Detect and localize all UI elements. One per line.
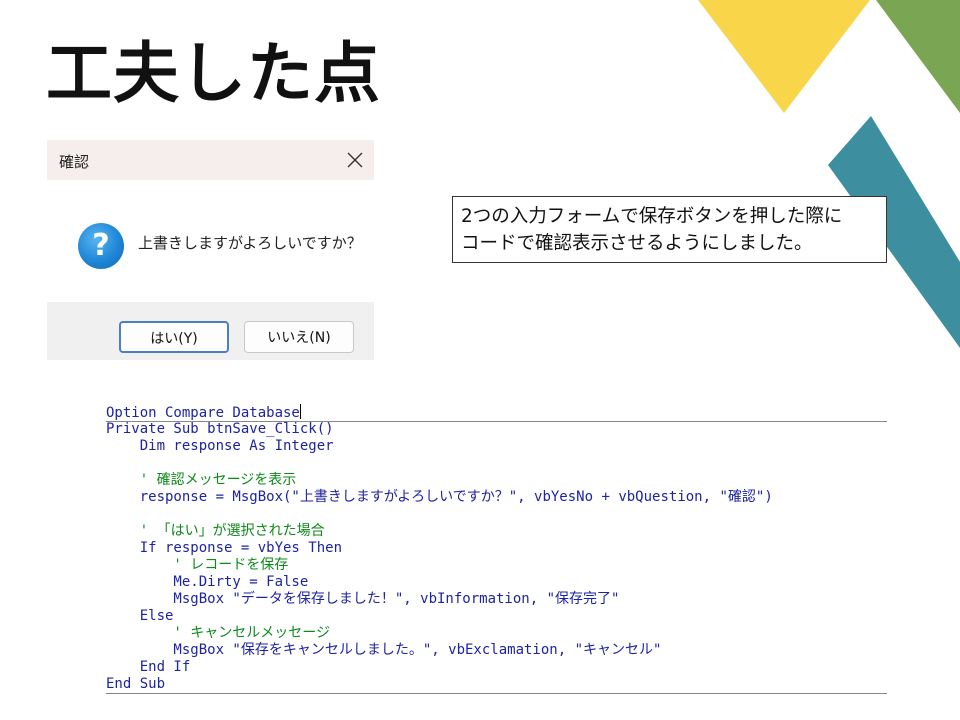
code-line: MsgBox "保存をキャンセルしました。", vbExclamation, "… bbox=[106, 642, 662, 658]
code-separator bbox=[106, 693, 887, 694]
confirm-dialog: 確認 ? 上書きしますがよろしいですか？ はい(Y) いいえ(N) bbox=[47, 140, 374, 360]
note-line-2: コードで確認表示させるようにしました。 bbox=[461, 233, 813, 254]
dialog-footer: はい(Y) いいえ(N) bbox=[47, 302, 374, 360]
code-line: Me.Dirty = False bbox=[106, 574, 309, 590]
note-box: 2つの入力フォームで保存ボタンを押した際に コードで確認表示させるようにしました… bbox=[452, 196, 887, 263]
code-line: End Sub bbox=[106, 676, 166, 692]
note-line-1: 2つの入力フォームで保存ボタンを押した際に bbox=[461, 206, 843, 227]
code-comment-line: ' 「はい」が選択された場合 bbox=[106, 523, 325, 539]
text-cursor bbox=[299, 404, 301, 419]
code-block: Option Compare Database Private Sub btnS… bbox=[106, 404, 887, 694]
no-button[interactable]: いいえ(N) bbox=[244, 321, 354, 353]
code-comment-line: ' レコードを保存 bbox=[106, 557, 289, 573]
code-line: Option Compare Database bbox=[106, 404, 301, 421]
code-line: Else bbox=[106, 608, 174, 624]
slide-title: 工夫した点 bbox=[46, 35, 381, 112]
dialog-message: 上書きしますがよろしいですか？ bbox=[138, 234, 362, 252]
code-line: Private Sub btnSave_Click() bbox=[106, 421, 334, 437]
code-line: response = MsgBox("上書きしますがよろしいですか？", vbY… bbox=[106, 489, 773, 505]
code-comment-line: ' キャンセルメッセージ bbox=[106, 625, 331, 641]
code-line: Dim response As Integer bbox=[106, 438, 334, 454]
dialog-title: 確認 bbox=[59, 153, 90, 171]
question-icon: ? bbox=[78, 223, 124, 269]
green-triangle bbox=[876, 0, 960, 113]
yes-button[interactable]: はい(Y) bbox=[119, 321, 229, 353]
code-line: If response = vbYes Then bbox=[106, 540, 343, 556]
code-line: MsgBox "データを保存しました！", vbInformation, "保存… bbox=[106, 591, 620, 607]
code-separator bbox=[106, 421, 887, 422]
code-comment-line: ' 確認メッセージを表示 bbox=[106, 472, 297, 488]
close-icon[interactable] bbox=[344, 149, 366, 171]
yellow-triangle bbox=[698, 0, 870, 113]
dialog-titlebar: 確認 bbox=[47, 140, 374, 180]
code-line: End If bbox=[106, 659, 191, 675]
